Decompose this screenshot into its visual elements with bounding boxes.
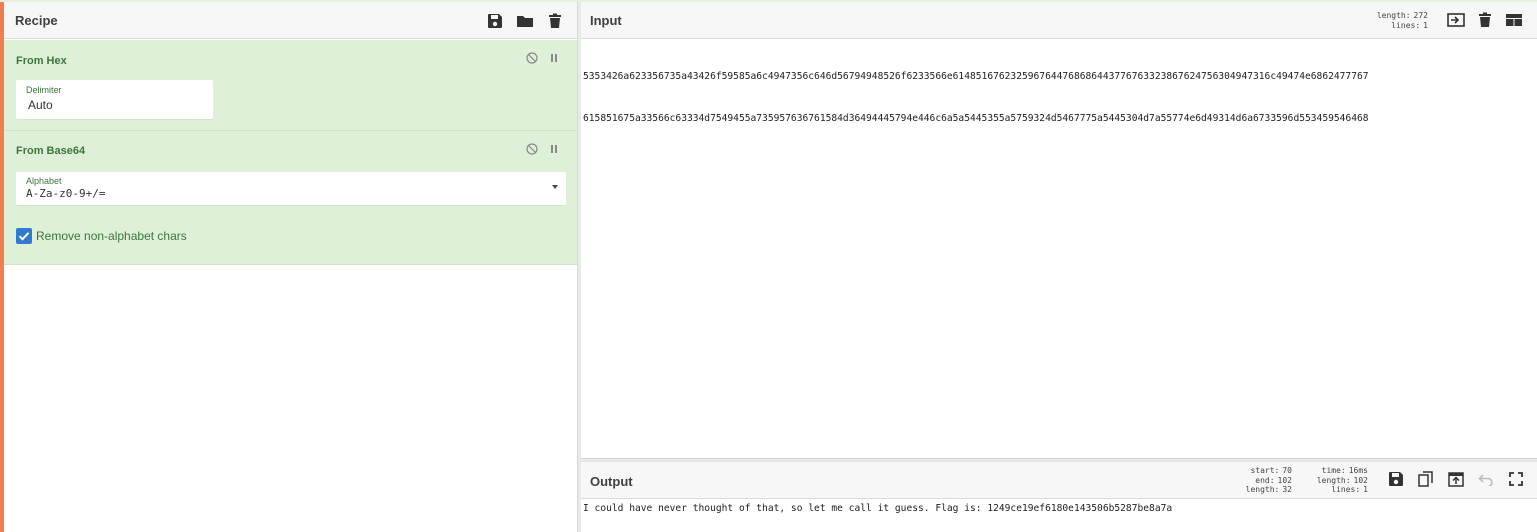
undo-icon[interactable] — [1476, 469, 1496, 489]
length-value: 272 — [1413, 11, 1428, 20]
recipe-toolbar — [485, 11, 565, 31]
start-label: start: — [1250, 466, 1280, 475]
output-toolbar — [1386, 469, 1526, 489]
save-icon[interactable] — [485, 11, 505, 31]
layout-icon[interactable] — [1504, 10, 1524, 30]
trash-icon[interactable] — [545, 11, 565, 31]
out-length-label: length: — [1316, 475, 1351, 485]
operation-title: From Hex — [16, 55, 67, 67]
trash-icon[interactable] — [1475, 10, 1495, 30]
pause-icon[interactable] — [548, 52, 560, 64]
operation-title: From Base64 — [16, 145, 86, 157]
time-value: 16ms — [1348, 466, 1368, 475]
time-label: time: — [1321, 466, 1346, 475]
alphabet-value[interactable]: A-Za-z0-9+/= — [26, 187, 105, 200]
disable-icon[interactable] — [526, 143, 538, 155]
checkmark-icon — [18, 232, 30, 241]
selection-stats: start: 70 end: 102 length: 32 — [1232, 466, 1292, 495]
out-lines-label: lines: — [1331, 485, 1361, 494]
input-textarea[interactable]: 5353426a623356735a43426f59585a6c4947356c… — [583, 42, 1537, 140]
recipe-pane: Recipe From Hex Delimiter Auto From Base… — [4, 2, 577, 532]
chevron-down-icon[interactable] — [552, 185, 558, 189]
input-line: 5353426a623356735a43426f59585a6c4947356c… — [583, 71, 1369, 82]
maximize-icon[interactable] — [1506, 469, 1526, 489]
output-title: Output — [590, 474, 633, 489]
lines-value: 1 — [1423, 20, 1428, 30]
pane-resize-handle[interactable] — [577, 2, 581, 532]
out-lines-value: 1 — [1363, 485, 1368, 494]
operation-from-base64[interactable]: From Base64 Alphabet A-Za-z0-9+/= Remove… — [4, 131, 577, 265]
alphabet-dropdown[interactable]: Alphabet A-Za-z0-9+/= — [16, 172, 566, 205]
recipe-header: Recipe — [4, 2, 577, 39]
lines-label: lines: — [1391, 20, 1421, 30]
output-stats: time: 16ms length: 102 lines: 1 — [1304, 466, 1368, 495]
operation-from-hex[interactable]: From Hex Delimiter Auto — [4, 40, 577, 131]
add-input-icon[interactable] — [1446, 10, 1466, 30]
operation-controls — [526, 143, 560, 155]
sel-length-label: length: — [1245, 485, 1280, 494]
sel-length-value: 32 — [1282, 485, 1292, 494]
input-stats: length: 272 lines: 1 — [1368, 11, 1428, 30]
remove-nonalphabet-label[interactable]: Remove non-alphabet chars — [36, 229, 187, 243]
alphabet-label: Alphabet — [26, 176, 62, 186]
start-value: 70 — [1282, 466, 1292, 475]
output-header: Output start: 70 end: 102 length: 32 time: 1… — [581, 462, 1537, 499]
remove-nonalphabet-checkbox[interactable] — [16, 228, 32, 244]
delimiter-value[interactable]: Auto — [28, 98, 53, 112]
end-value: 102 — [1277, 475, 1292, 485]
out-length-value: 102 — [1353, 475, 1368, 485]
disable-icon[interactable] — [526, 52, 538, 64]
output-textarea[interactable]: I could have never thought of that, so l… — [583, 503, 1537, 514]
input-line: 615851675a33566c63334d7549455a7359576367… — [583, 113, 1369, 124]
recipe-title: Recipe — [15, 13, 58, 28]
input-header: Input length: 272 lines: 1 — [581, 2, 1537, 39]
replace-input-icon[interactable] — [1446, 469, 1466, 489]
copy-icon[interactable] — [1416, 469, 1436, 489]
save-icon[interactable] — [1386, 469, 1406, 489]
pause-icon[interactable] — [548, 143, 560, 155]
delimiter-label: Delimiter — [26, 85, 62, 95]
operation-controls — [526, 52, 560, 64]
end-label: end: — [1255, 475, 1275, 485]
delimiter-field[interactable]: Delimiter Auto — [16, 80, 213, 119]
input-toolbar — [1446, 10, 1524, 30]
folder-icon[interactable] — [515, 11, 535, 31]
input-title: Input — [590, 13, 622, 28]
length-label: length: — [1376, 11, 1411, 20]
